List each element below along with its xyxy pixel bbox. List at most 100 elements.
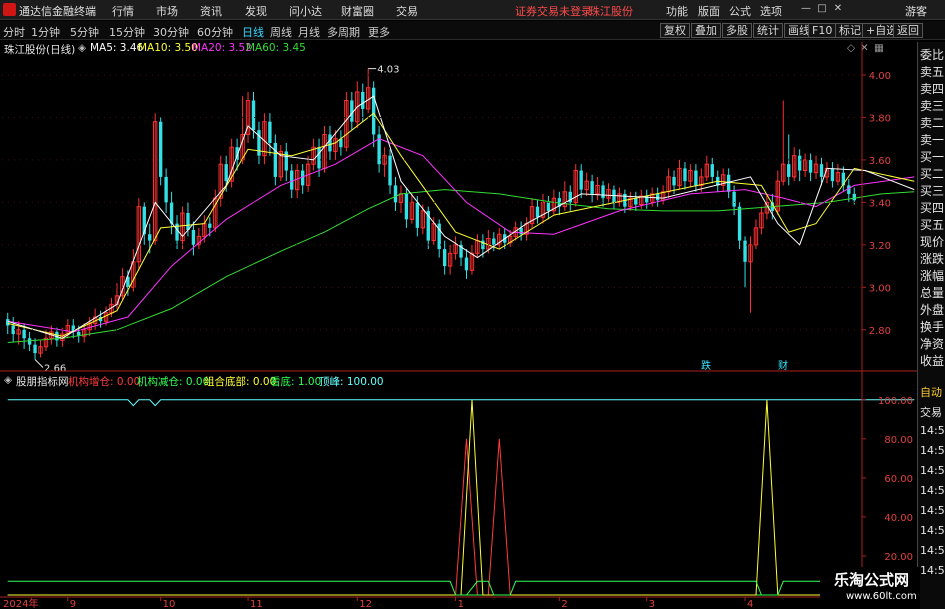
candle-body-down <box>426 210 430 241</box>
candle-body-down <box>601 185 605 199</box>
menu-item-ask[interactable]: 问小达 <box>289 3 322 19</box>
candle-body-up <box>475 240 480 254</box>
candle-body-up <box>617 193 622 203</box>
x-tick-label: 3 <box>649 599 655 609</box>
menu-item-market[interactable]: 市场 <box>156 3 178 19</box>
tool-back-button[interactable]: 返回 <box>893 23 923 38</box>
menu-item-formula[interactable]: 公式 <box>729 3 751 19</box>
candle-body-down <box>158 121 163 177</box>
candle-body-down <box>77 331 81 337</box>
tool-adjust-button[interactable]: 复权 <box>660 23 690 38</box>
right-panel-item[interactable]: 买二 <box>920 165 945 182</box>
candle-body-up <box>49 331 54 339</box>
grid-icon[interactable]: ▦ <box>874 42 884 54</box>
period-weekly[interactable]: 周线 <box>270 24 292 40</box>
indicator-chart-area <box>7 399 915 596</box>
candle-body-up <box>382 155 387 165</box>
candle-body-down <box>361 91 365 109</box>
candle-body-up <box>38 346 43 354</box>
period-more[interactable]: 更多 <box>368 24 390 40</box>
maximize-icon[interactable]: □ <box>816 3 828 15</box>
period-5min[interactable]: 5分钟 <box>70 24 99 40</box>
right-panel-tick: 交易 <box>920 406 942 419</box>
right-panel-item[interactable]: 卖四 <box>920 80 945 97</box>
right-panel-item[interactable]: 收益 <box>920 352 945 369</box>
tool-mark-button[interactable]: 标记 <box>835 23 865 38</box>
candle-body-up <box>551 197 557 212</box>
candle-body-up <box>759 212 764 229</box>
right-panel-item[interactable]: 买四 <box>920 199 945 216</box>
candle-body-down <box>191 229 196 245</box>
candle-body-down <box>22 329 26 339</box>
menu-item-layout[interactable]: 版面 <box>698 3 720 19</box>
right-panel-item[interactable]: 买一 <box>920 148 945 165</box>
trade-login-alert[interactable]: 证券交易未登录 <box>515 3 592 19</box>
candle-body-up <box>213 197 218 229</box>
period-daily[interactable]: 日线 <box>242 24 264 40</box>
menu-item-discover[interactable]: 发现 <box>245 3 267 19</box>
legend-gear-icon[interactable]: ◈ <box>78 42 86 54</box>
period-15min[interactable]: 15分钟 <box>109 24 145 40</box>
candle-body-up <box>81 329 87 337</box>
event-badge: 财 <box>778 359 788 372</box>
menu-item-quotes[interactable]: 行情 <box>112 3 134 19</box>
candle-body-up <box>398 193 404 203</box>
tool-stats-button[interactable]: 统计 <box>753 23 783 38</box>
y-tick-label: 3.20 <box>869 241 891 252</box>
candle-body-up <box>524 223 529 235</box>
right-panel-item[interactable]: 涨幅 <box>920 267 945 284</box>
candle-body-down <box>377 134 381 165</box>
candle-body-up <box>262 121 267 157</box>
right-panel-item[interactable]: 净资 <box>920 335 945 352</box>
watermark-url: www.60lt.com <box>846 591 917 602</box>
candle-body-down <box>175 223 179 241</box>
guest-label[interactable]: 游客 <box>905 3 927 19</box>
right-panel-item[interactable]: 现价 <box>920 233 945 250</box>
candle-body-down <box>852 193 856 201</box>
close-chart-icon[interactable]: ✕ <box>860 42 869 54</box>
right-panel-item[interactable]: 总量 <box>920 284 945 301</box>
menu-item-wealth[interactable]: 财富圈 <box>341 3 374 19</box>
period-60min[interactable]: 60分钟 <box>197 24 233 40</box>
tool-multi-stock-button[interactable]: 多股 <box>722 23 752 38</box>
indicator-line-4 <box>7 399 915 407</box>
candle-body-up <box>781 163 786 182</box>
indicator-name[interactable]: 股朋指标网 <box>16 374 69 389</box>
tool-f10-button[interactable]: F10 <box>808 23 837 38</box>
menu-item-options[interactable]: 选项 <box>760 3 782 19</box>
chart-title[interactable]: 珠江股份(日线) <box>4 42 75 57</box>
candle-body-down <box>694 170 698 186</box>
menu-item-function[interactable]: 功能 <box>666 3 688 19</box>
period-30min[interactable]: 30分钟 <box>153 24 189 40</box>
menu-item-news[interactable]: 资讯 <box>200 3 222 19</box>
candle-body-down <box>623 193 627 207</box>
tool-overlay-button[interactable]: 叠加 <box>691 23 721 38</box>
right-panel-item[interactable]: 卖二 <box>920 114 945 131</box>
right-panel-item[interactable]: 卖五 <box>920 63 945 80</box>
indicator-gear-icon[interactable]: ◈ <box>4 374 12 386</box>
close-icon[interactable]: ✕ <box>832 3 844 15</box>
candle-body-up <box>802 159 808 172</box>
right-panel-item[interactable]: 卖一 <box>920 131 945 148</box>
event-badge: 跌 <box>701 359 711 372</box>
x-axis-year: 2024年 <box>3 597 38 609</box>
candle-body-down <box>148 234 152 241</box>
period-multi[interactable]: 多周期 <box>327 24 360 40</box>
right-panel-item[interactable]: 买五 <box>920 216 945 233</box>
right-panel-item[interactable]: 外盘 <box>920 301 945 318</box>
right-panel-item[interactable]: 卖三 <box>920 97 945 114</box>
right-panel-item[interactable]: 换手 <box>920 318 945 335</box>
current-stock-name[interactable]: 珠江股份 <box>589 3 633 19</box>
settings-icon[interactable]: ◇ <box>847 42 855 54</box>
candle-body-up <box>60 333 65 341</box>
period-monthly[interactable]: 月线 <box>298 24 320 40</box>
minimize-icon[interactable]: — <box>800 3 812 15</box>
right-panel-item[interactable]: 买三 <box>920 182 945 199</box>
candle-body-down <box>186 213 190 230</box>
right-panel-item[interactable]: 委比 <box>920 46 945 63</box>
right-panel-item[interactable]: 涨跌 <box>920 250 945 267</box>
candle-body-down <box>737 206 742 241</box>
period-intraday[interactable]: 分时 <box>3 24 25 40</box>
period-1min[interactable]: 1分钟 <box>31 24 60 40</box>
menu-item-trade[interactable]: 交易 <box>396 3 418 19</box>
